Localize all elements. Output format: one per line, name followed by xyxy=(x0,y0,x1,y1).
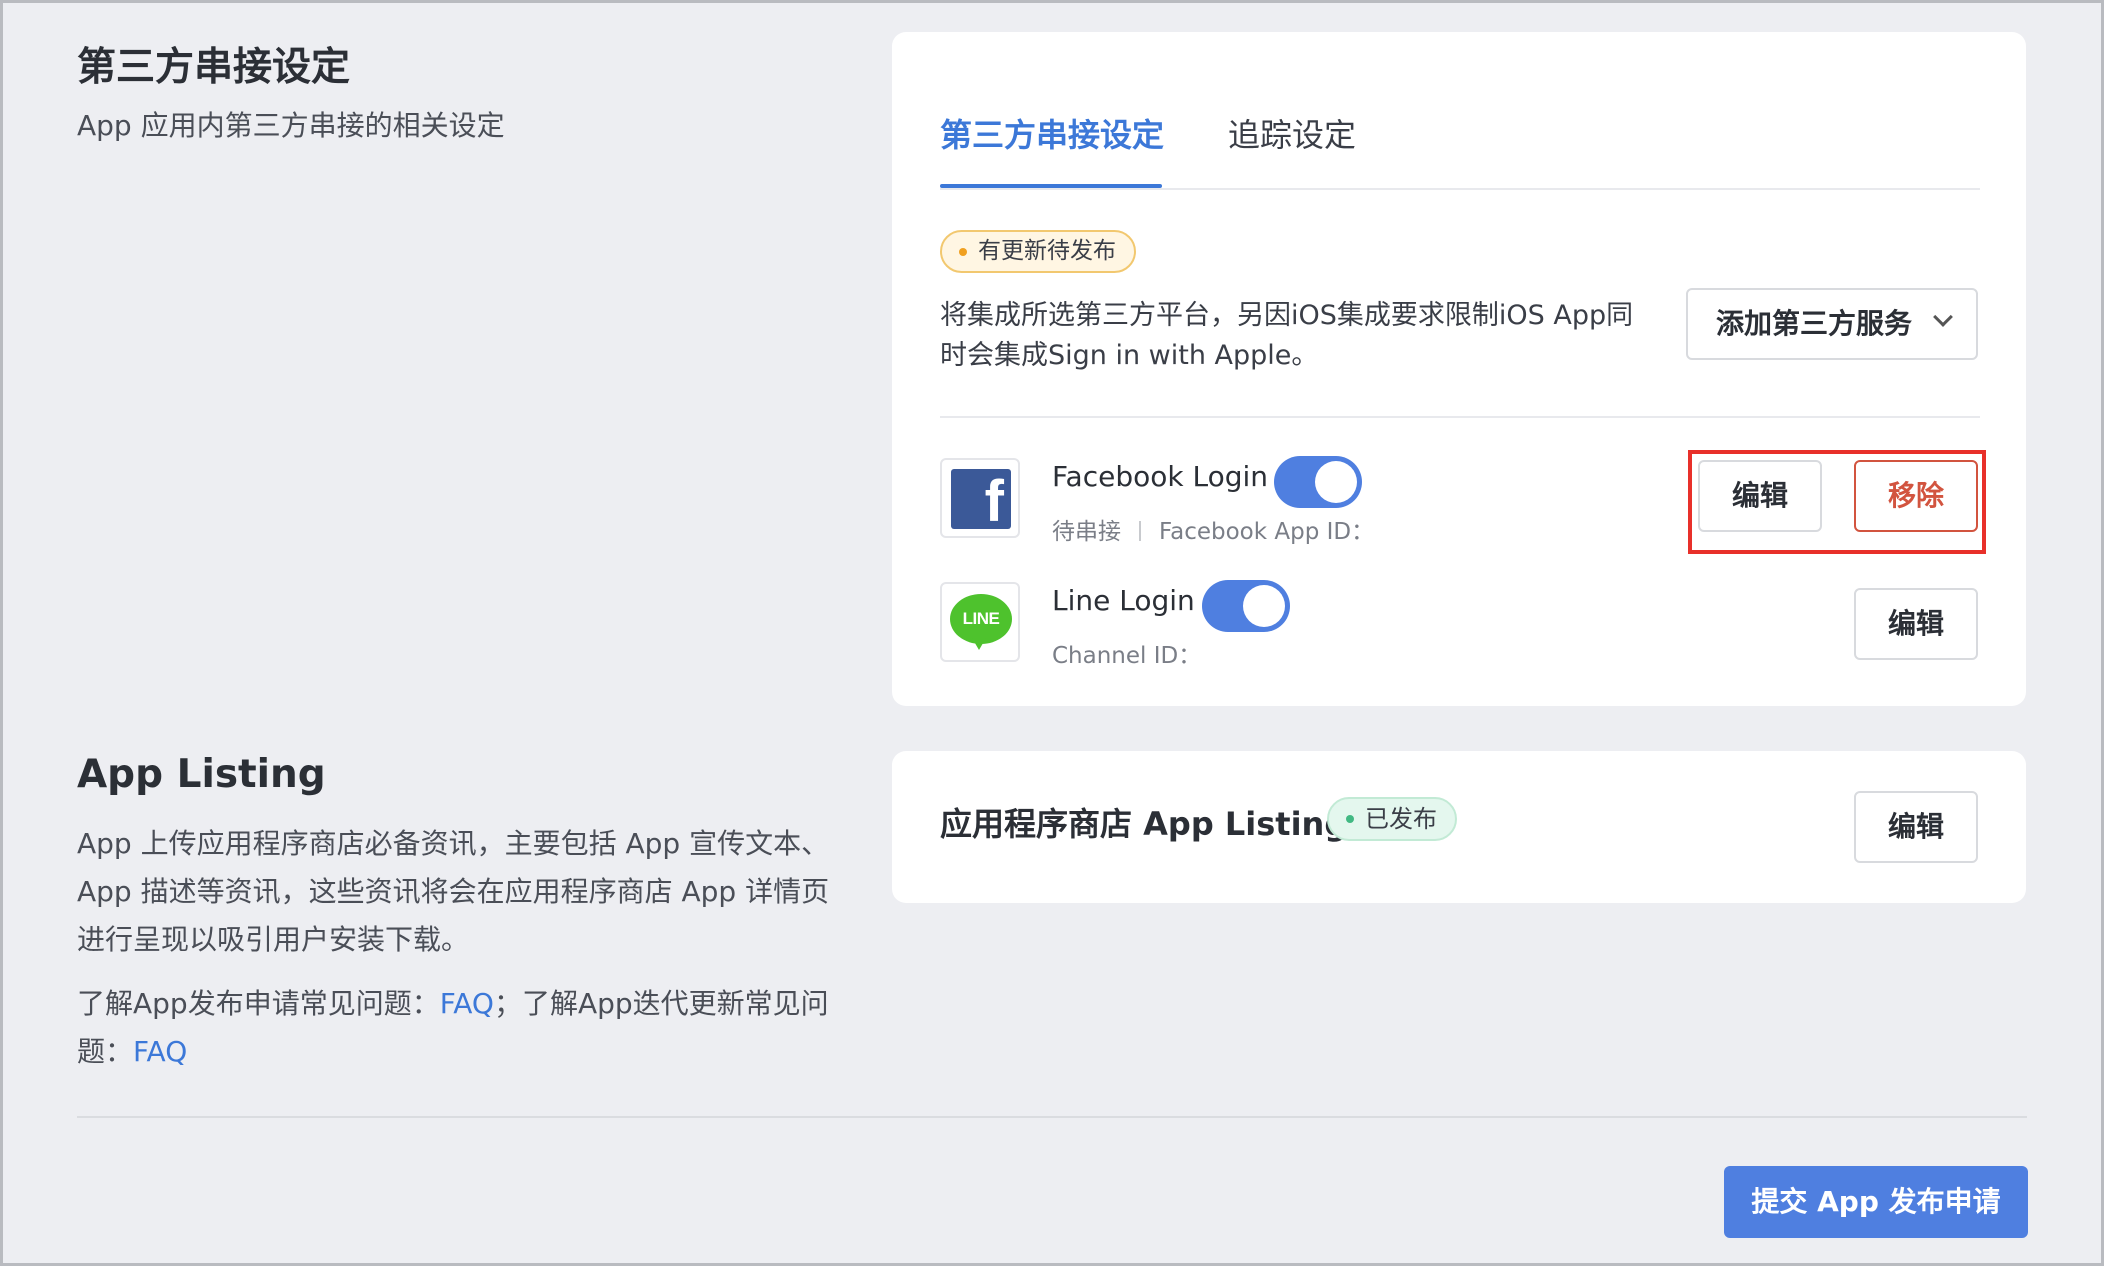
line-login-toggle[interactable] xyxy=(1202,580,1290,632)
app-listing-title: 应用程序商店 App Listing xyxy=(940,805,1348,843)
meta-separator xyxy=(1139,521,1141,541)
listing-section-description: App 上传应用程序商店必备资讯，主要包括 App 宣传文本、App 描述等资讯… xyxy=(77,827,830,956)
facebook-icon: f xyxy=(940,458,1020,538)
integration-note: 将集成所选第三方平台，另因iOS集成要求限制iOS App同时会集成Sign i… xyxy=(940,300,1634,371)
chevron-down-icon xyxy=(1933,307,1953,327)
faq-link-update[interactable]: FAQ xyxy=(133,1035,187,1068)
submit-app-release-button[interactable]: 提交 App 发布申请 xyxy=(1724,1166,2028,1238)
facebook-login-toggle[interactable] xyxy=(1274,456,1362,508)
facebook-login-edit-button[interactable]: 编辑 xyxy=(1698,460,1822,532)
status-dot-icon xyxy=(959,248,967,256)
add-third-party-service-button[interactable]: 添加第三方服务 xyxy=(1686,288,1978,360)
facebook-app-id-label: Facebook App ID： xyxy=(1159,519,1375,545)
facebook-logo: f xyxy=(951,469,1011,534)
facebook-login-status: 待串接 xyxy=(1052,519,1121,545)
service-name-line-login: Line Login xyxy=(1052,584,1195,617)
line-login-edit-button[interactable]: 编辑 xyxy=(1854,588,1978,660)
app-listing-edit-button[interactable]: 编辑 xyxy=(1854,791,1978,863)
toggle-knob xyxy=(1315,461,1357,503)
published-badge: 已发布 xyxy=(1327,797,1457,841)
tab-tracking-settings[interactable]: 追踪设定 xyxy=(1228,110,1356,156)
published-badge-label: 已发布 xyxy=(1365,805,1437,833)
faq-text: 了解App发布申请常见问题：FAQ；了解App迭代更新常见问题：FAQ xyxy=(77,980,857,1076)
divider xyxy=(940,416,1980,418)
add-third-party-service-label: 添加第三方服务 xyxy=(1715,307,1912,340)
service-name-facebook-login: Facebook Login xyxy=(1052,460,1269,493)
line-channel-id-label: Channel ID： xyxy=(1052,643,1202,669)
integration-card: 第三方串接设定 追踪设定 有更新待发布 将集成所选第三方平台，另因iOS集成要求… xyxy=(892,32,2026,706)
line-icon: LINE xyxy=(940,582,1020,662)
app-listing-card: 应用程序商店 App Listing 已发布 编辑 xyxy=(892,751,2026,903)
toggle-knob xyxy=(1243,585,1285,627)
footer-divider xyxy=(77,1116,2027,1118)
line-logo: LINE xyxy=(950,594,1012,644)
line-logo-tail xyxy=(972,638,986,650)
faq-prefix: 了解App发布申请常见问题： xyxy=(77,987,440,1020)
status-dot-icon xyxy=(1346,815,1354,823)
tab-bar: 第三方串接设定 追踪设定 xyxy=(940,32,1980,190)
pending-update-badge: 有更新待发布 xyxy=(940,230,1136,273)
tab-third-party-integration[interactable]: 第三方串接设定 xyxy=(940,110,1164,156)
listing-section-title: App Listing xyxy=(77,752,326,797)
facebook-login-remove-button[interactable]: 移除 xyxy=(1854,460,1978,532)
active-tab-indicator xyxy=(940,184,1162,188)
faq-link-publish[interactable]: FAQ xyxy=(440,987,494,1020)
integration-section-title: 第三方串接设定 xyxy=(77,45,351,90)
integration-section-description: App 应用内第三方串接的相关设定 xyxy=(77,109,505,142)
pending-update-badge-label: 有更新待发布 xyxy=(978,238,1116,264)
facebook-login-meta: 待串接 Facebook App ID： xyxy=(1052,512,1374,546)
